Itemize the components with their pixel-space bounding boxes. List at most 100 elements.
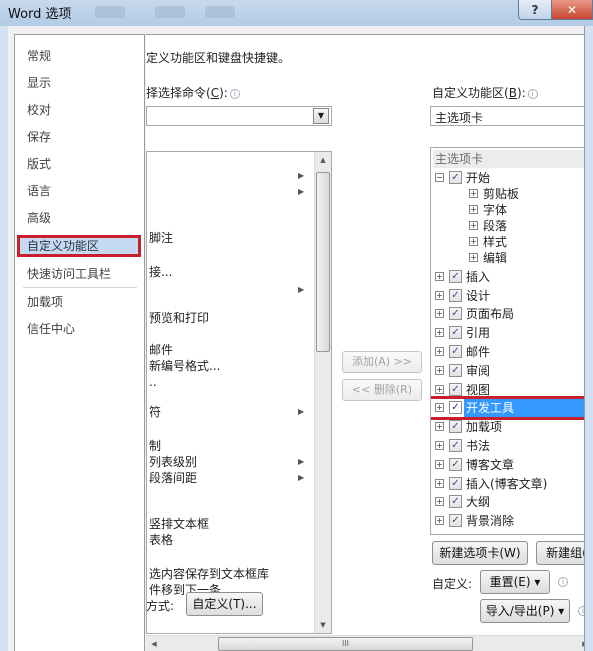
- nav-item[interactable]: 保存: [27, 126, 51, 148]
- help-button[interactable]: ?: [518, 0, 552, 20]
- expand-icon[interactable]: +: [435, 347, 444, 356]
- collapse-icon[interactable]: −: [435, 173, 444, 182]
- checkbox[interactable]: ✓: [449, 269, 462, 283]
- ribbon-tabs-tree[interactable]: 主选项卡 − ✓ 开始 + 剪贴板 + 字体 + 段落 + 样式 + 编辑 + ✓ 插入 + ✓ 设计 + ✓ 页面布局 +…: [430, 147, 593, 535]
- expand-icon[interactable]: +: [435, 516, 444, 526]
- tree-group-item[interactable]: + 编辑: [431, 249, 591, 267]
- command-item[interactable]: 段落间距: [149, 470, 197, 486]
- tree-tab-item[interactable]: + ✓ 背景消除: [431, 512, 591, 530]
- expand-icon[interactable]: +: [469, 205, 478, 214]
- checkbox[interactable]: ✓: [449, 382, 462, 396]
- command-item[interactable]: 符: [149, 404, 161, 420]
- nav-item[interactable]: 快速访问工具栏: [27, 263, 111, 285]
- checkbox[interactable]: ✓: [449, 495, 462, 509]
- command-item[interactable]: 表格: [149, 532, 173, 548]
- expand-icon[interactable]: +: [435, 328, 444, 338]
- expand-icon[interactable]: +: [435, 459, 444, 469]
- nav-item[interactable]: 版式: [27, 153, 51, 175]
- expand-icon[interactable]: +: [435, 365, 444, 375]
- reset-dropdown-button[interactable]: 重置(E) ▾: [480, 570, 550, 594]
- nav-item[interactable]: 信任中心: [27, 318, 75, 340]
- tree-item-label: 引用: [466, 326, 491, 341]
- command-item[interactable]: 制: [149, 438, 161, 454]
- customize-shortcuts-button[interactable]: 自定义(T)...: [186, 592, 263, 616]
- expand-icon[interactable]: +: [435, 441, 444, 450]
- tree-tab-item[interactable]: + ✓ 页面布局: [431, 305, 591, 323]
- checkbox[interactable]: ✓: [449, 363, 462, 377]
- customize-ribbon-label: 自定义功能区(B): i: [432, 84, 538, 101]
- background-blur: [95, 6, 125, 18]
- nav-item[interactable]: 常规: [27, 45, 51, 67]
- checkbox[interactable]: ✓: [449, 345, 462, 358]
- expand-icon[interactable]: +: [469, 189, 478, 198]
- nav-item[interactable]: 显示: [27, 72, 51, 94]
- submenu-arrow-icon: ▶: [298, 473, 305, 482]
- nav-item[interactable]: 语言: [27, 180, 51, 202]
- expand-icon[interactable]: +: [435, 290, 444, 300]
- checkbox[interactable]: ✓: [449, 171, 462, 184]
- tree-tab-item[interactable]: + ✓ 博客文章: [431, 456, 591, 474]
- tree-tab-item[interactable]: + ✓ 加载项: [431, 418, 591, 436]
- tree-tab-item[interactable]: + ✓ 审阅: [431, 362, 591, 380]
- scroll-up-icon[interactable]: ▲: [315, 152, 331, 168]
- checkbox[interactable]: ✓: [449, 420, 462, 434]
- expand-icon[interactable]: +: [435, 384, 444, 394]
- nav-item[interactable]: 高级: [27, 207, 51, 229]
- nav-item[interactable]: 校对: [27, 99, 51, 121]
- command-item[interactable]: 列表级别: [149, 454, 197, 470]
- import-export-dropdown-button[interactable]: 导入/导出(P) ▾: [480, 599, 570, 623]
- tree-item-label: 博客文章: [466, 457, 515, 472]
- checkbox[interactable]: ✓: [449, 439, 462, 452]
- add-button[interactable]: 添加(A) >>: [342, 351, 422, 373]
- expand-icon[interactable]: +: [435, 478, 444, 488]
- window-title: Word 选项: [8, 7, 72, 22]
- commands-scrollbar[interactable]: ▲ ▼: [314, 152, 331, 633]
- checkbox[interactable]: ✓: [449, 476, 462, 490]
- command-item[interactable]: 新编号格式...: [149, 358, 220, 374]
- command-item[interactable]: 脚注: [149, 230, 173, 246]
- scroll-left-icon[interactable]: ◀: [146, 636, 162, 651]
- expand-icon[interactable]: +: [469, 253, 478, 262]
- customize-ribbon-panel: 定义功能区和键盘快捷键。 择选择命令(C): i ▼ ▲ ▼ ▶ ▶ 脚注 接... ▶ 预…: [146, 34, 593, 651]
- checkbox[interactable]: ✓: [449, 457, 462, 471]
- checkbox[interactable]: ✓: [449, 288, 462, 302]
- scroll-down-icon[interactable]: ▼: [315, 617, 331, 633]
- command-item[interactable]: 选内容保存到文本框库: [149, 566, 269, 582]
- tree-tab-item[interactable]: + ✓ 大纲: [431, 493, 591, 511]
- expand-icon[interactable]: +: [469, 237, 478, 246]
- expand-icon[interactable]: +: [469, 221, 478, 230]
- command-item[interactable]: 竖排文本框: [149, 516, 209, 532]
- scroll-thumb[interactable]: [316, 172, 330, 352]
- horizontal-scrollbar[interactable]: ◀ III ▶: [146, 635, 593, 651]
- new-tab-button[interactable]: 新建选项卡(W): [432, 541, 528, 565]
- tree-tab-item[interactable]: + ✓ 插入: [431, 268, 591, 286]
- command-item[interactable]: 预览和打印: [149, 310, 209, 326]
- tree-tab-item[interactable]: + ✓ 引用: [431, 324, 591, 342]
- command-item[interactable]: 邮件: [149, 342, 173, 358]
- command-item[interactable]: ..: [149, 374, 157, 390]
- expand-icon[interactable]: +: [435, 497, 444, 507]
- tree-tab-item[interactable]: + ✓ 设计: [431, 287, 591, 305]
- close-button[interactable]: ✕: [551, 0, 593, 20]
- tree-item-label: 页面布局: [466, 307, 515, 322]
- background-blur: [155, 6, 185, 18]
- scroll-thumb[interactable]: III: [218, 637, 473, 651]
- checkbox[interactable]: ✓: [449, 326, 462, 340]
- commands-list[interactable]: ▲ ▼ ▶ ▶ 脚注 接... ▶ 预览和打印 邮件 新编号格式..... 符 ▶ 制列表级别 ▶ 段落…: [146, 151, 332, 634]
- info-icon: i: [527, 89, 538, 99]
- expand-icon[interactable]: +: [435, 271, 444, 281]
- choose-commands-dropdown[interactable]: ▼: [146, 106, 332, 126]
- tree-tab-item[interactable]: + ✓ 书法: [431, 437, 591, 455]
- tree-tab-item[interactable]: + ✓ 插入(博客文章): [431, 475, 591, 493]
- chevron-down-icon[interactable]: ▼: [313, 108, 329, 124]
- tree-tab-item[interactable]: + ✓ 邮件: [431, 343, 591, 361]
- nav-item[interactable]: 加载项: [27, 291, 63, 313]
- customize-ribbon-dropdown[interactable]: 主选项卡: [430, 106, 593, 126]
- checkbox[interactable]: ✓: [449, 514, 462, 528]
- nav-item[interactable]: 自定义功能区: [17, 235, 141, 257]
- expand-icon[interactable]: +: [435, 309, 444, 319]
- checkbox[interactable]: ✓: [449, 307, 462, 321]
- command-item[interactable]: 接...: [149, 264, 172, 280]
- remove-button[interactable]: << 删除(R): [342, 379, 422, 401]
- expand-icon[interactable]: +: [435, 422, 444, 432]
